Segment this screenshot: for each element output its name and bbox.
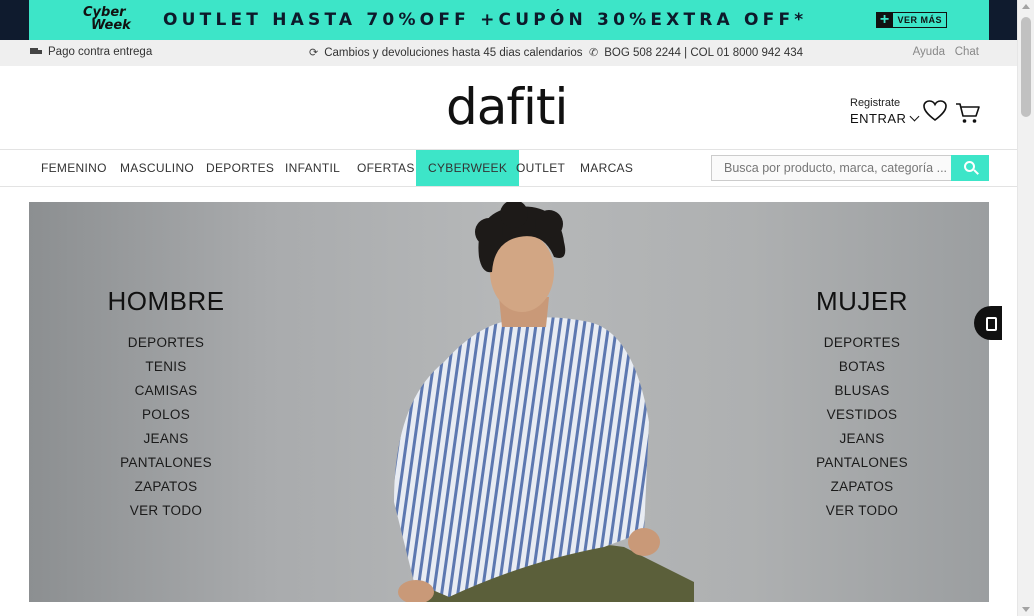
tab-infantil[interactable]: INFANTIL [285,150,340,186]
mujer-link-jeans[interactable]: JEANS [772,427,952,451]
mujer-link-vestidos[interactable]: VESTIDOS [772,403,952,427]
hombre-link-deportes[interactable]: DEPORTES [76,331,256,355]
tab-ofertas[interactable]: OFERTAS [357,150,415,186]
cyberweek-logo: Cyber Week [83,6,131,32]
mujer-link-zapatos[interactable]: ZAPATOS [772,475,952,499]
phone-info: ✆ BOG 508 2244 | COL 01 8000 942 434 [589,46,804,60]
tab-masculino[interactable]: MASCULINO [120,150,194,186]
phone-text: BOG 508 2244 | COL 01 8000 942 434 [604,46,804,59]
hombre-column: HOMBRE DEPORTES TENIS CAMISAS POLOS JEAN… [76,286,256,523]
hombre-heading[interactable]: HOMBRE [76,286,256,317]
search-icon-handle [973,169,979,176]
page-scrollbar[interactable] [1017,0,1034,616]
plus-icon: + [876,12,893,28]
heart-icon[interactable] [922,99,948,123]
ver-mas-button[interactable]: + VER MÁS [876,12,947,28]
scroll-up-arrow-icon[interactable] [1022,4,1030,9]
mujer-link-blusas[interactable]: BLUSAS [772,379,952,403]
hero-banner[interactable]: HOMBRE DEPORTES TENIS CAMISAS POLOS JEAN… [29,202,989,602]
info-bar: Pago contra entrega ⟳ Cambios y devoluci… [0,40,1017,66]
site-header: dafiti Registrate ENTRAR [0,66,1017,150]
tab-femenino[interactable]: FEMENINO [41,150,107,186]
promo-headline: OUTLET HASTA 70%OFF +CUPÓN 30%EXTRA OFF* [163,10,808,30]
delivery-text: Pago contra entrega [48,46,153,58]
hombre-link-pantalones[interactable]: PANTALONES [76,451,256,475]
register-link[interactable]: Registrate [850,97,918,109]
hombre-link-jeans[interactable]: JEANS [76,427,256,451]
login-label: ENTRAR [850,111,907,126]
mujer-link-pantalones[interactable]: PANTALONES [772,451,952,475]
dafiti-logo[interactable]: dafiti [446,78,568,136]
help-link[interactable]: Ayuda [913,46,945,58]
delivery-info: Pago contra entrega [30,46,152,58]
search-input[interactable]: Busca por producto, marca, categoría ... [711,155,951,181]
cyberweek-logo-line2: Week [91,18,131,33]
refresh-icon: ⟳ [309,47,319,59]
model-photo [394,202,694,602]
cart-icon[interactable] [955,101,981,125]
mujer-heading[interactable]: MUJER [772,286,952,317]
truck-icon [30,48,42,56]
account-menu[interactable]: Registrate ENTRAR [850,97,920,126]
hombre-link-zapatos[interactable]: ZAPATOS [76,475,256,499]
chat-link[interactable]: Chat [955,46,979,58]
tab-marcas[interactable]: MARCAS [580,150,633,186]
tab-cyberweek[interactable]: CYBERWEEK [416,150,520,186]
returns-info: ⟳ Cambios y devoluciones hasta 45 dias c… [309,46,583,60]
ver-mas-label: VER MÁS [892,12,947,28]
scroll-down-arrow-icon[interactable] [1022,607,1030,612]
mujer-link-botas[interactable]: BOTAS [772,355,952,379]
mujer-link-ver-todo[interactable]: VER TODO [772,499,952,523]
mujer-column: MUJER DEPORTES BOTAS BLUSAS VESTIDOS JEA… [772,286,952,523]
promo-banner-frame: Cyber Week OUTLET HASTA 70%OFF +CUPÓN 30… [0,0,1017,40]
hombre-link-camisas[interactable]: CAMISAS [76,379,256,403]
promo-banner[interactable]: Cyber Week OUTLET HASTA 70%OFF +CUPÓN 30… [29,0,989,40]
mujer-link-deportes[interactable]: DEPORTES [772,331,952,355]
login-dropdown[interactable]: ENTRAR [850,111,920,126]
tab-deportes[interactable]: DEPORTES [206,150,274,186]
chevron-down-icon [910,111,920,122]
hombre-link-polos[interactable]: POLOS [76,403,256,427]
hombre-link-tenis[interactable]: TENIS [76,355,256,379]
side-widget-button[interactable] [974,306,1002,340]
scrollbar-thumb[interactable] [1021,17,1031,117]
main-nav: FEMENINO MASCULINO DEPORTES INFANTIL OFE… [0,150,1017,187]
hombre-link-ver-todo[interactable]: VER TODO [76,499,256,523]
phone-icon: ✆ [589,47,599,59]
returns-text: Cambios y devoluciones hasta 45 dias cal… [324,46,583,59]
search-button[interactable] [951,155,989,181]
tab-outlet[interactable]: OUTLET [516,150,565,186]
